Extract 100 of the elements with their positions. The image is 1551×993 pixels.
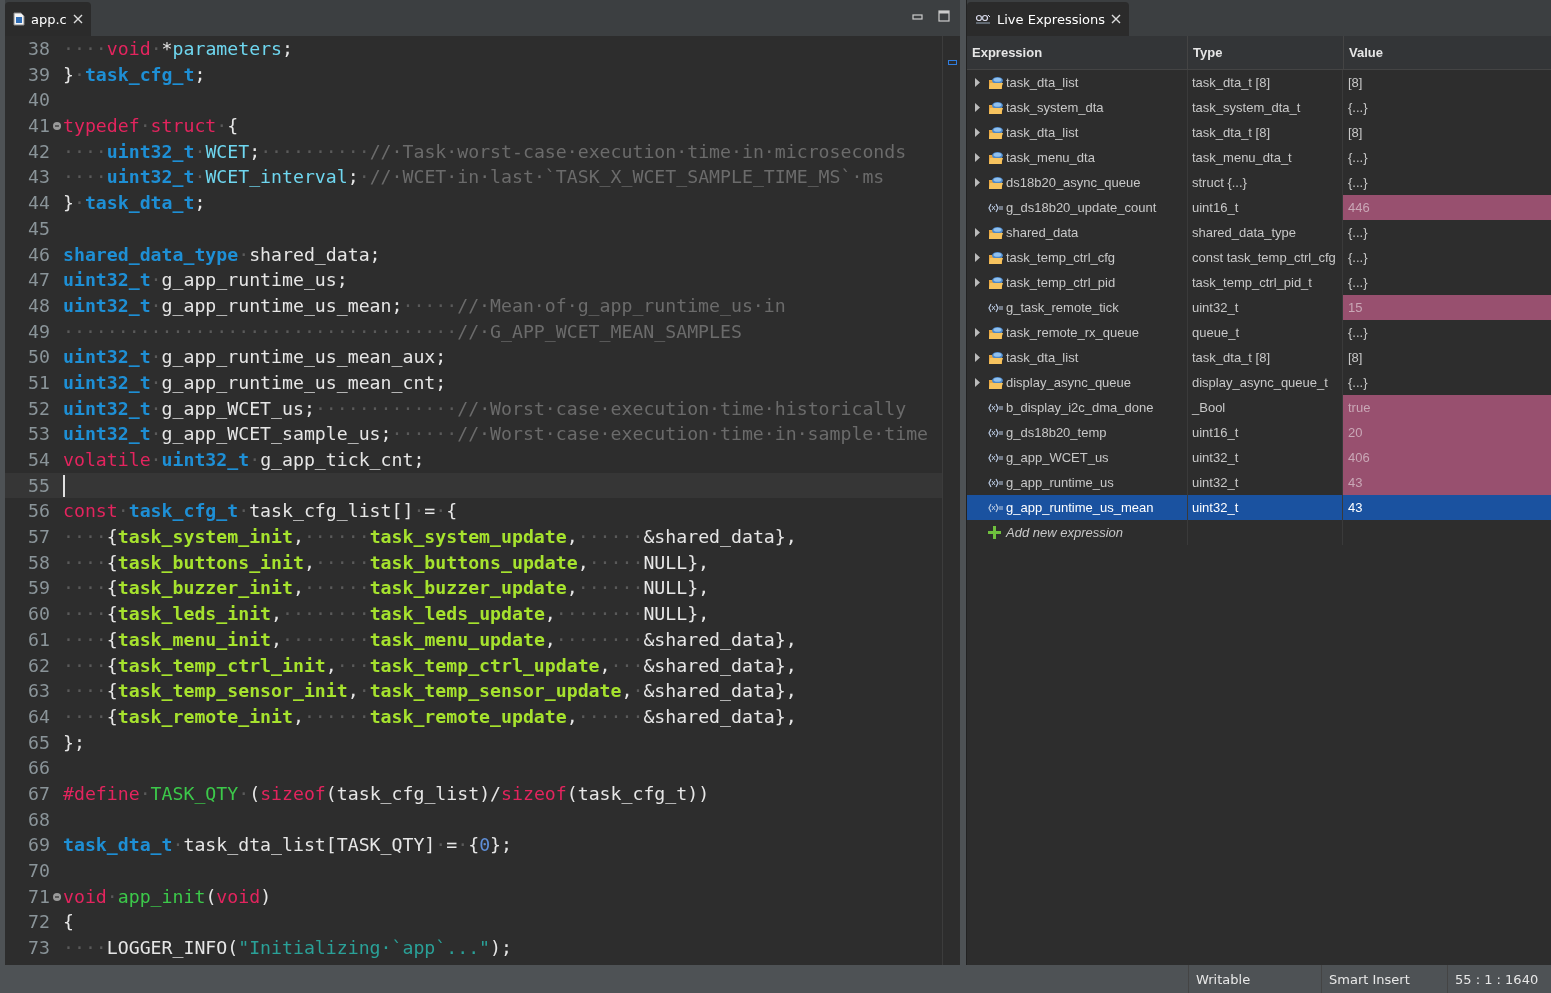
expression-name: task_menu_dta <box>1006 150 1095 165</box>
text-cursor <box>63 474 65 497</box>
value-cell: true <box>1343 395 1551 420</box>
line-number: 73 <box>27 936 50 961</box>
expression-name: g_app_WCET_us <box>1006 450 1109 465</box>
maximize-icon[interactable] <box>938 10 950 22</box>
expression-row[interactable]: shared_data shared_data_type {...} <box>967 220 1551 245</box>
expand-icon[interactable] <box>975 353 980 362</box>
variable-icon <box>988 201 1004 214</box>
expression-row[interactable]: ds18b20_async_queue struct {...} {...} <box>967 170 1551 195</box>
expression-row[interactable]: display_async_queue display_async_queue_t {...} <box>967 370 1551 395</box>
code-line: ····{task_remote_init,······task_remote_update,······&shared_data}, <box>63 704 797 729</box>
expand-icon[interactable] <box>975 253 980 262</box>
line-number: 41 <box>27 114 50 139</box>
live-expressions-tab[interactable]: Live Expressions <box>967 2 1130 36</box>
expression-row[interactable]: task_temp_ctrl_cfg const task_temp_ctrl_cfg {...} <box>967 245 1551 270</box>
variable-icon <box>988 401 1004 414</box>
line-number: 45 <box>27 216 50 241</box>
expression-row[interactable]: task_system_dta task_system_dta_t {...} <box>967 95 1551 120</box>
c-file-icon <box>13 12 25 26</box>
value-cell-text: {...} <box>1347 274 1369 292</box>
expression-row[interactable]: task_dta_list task_dta_t [8] [8] <box>967 120 1551 145</box>
expand-icon[interactable] <box>975 278 980 287</box>
expression-name: task_temp_ctrl_cfg <box>1006 250 1116 265</box>
line-number: 68 <box>27 807 50 832</box>
code-line: void·app_init(void) <box>63 884 272 909</box>
line-number: 56 <box>27 499 50 524</box>
type-cell: queue_t <box>1192 325 1239 340</box>
expression-row[interactable]: g_ds18b20_update_count uint16_t 446 <box>967 195 1551 220</box>
code-line: ····{task_leds_init,········task_leds_update,········NULL}, <box>63 602 710 627</box>
expression-row[interactable]: task_dta_list task_dta_t [8] [8] <box>967 345 1551 370</box>
close-icon[interactable] <box>72 14 83 24</box>
expand-icon[interactable] <box>975 328 980 337</box>
type-cell: uint32_t <box>1192 500 1239 515</box>
code-line: ····{task_menu_init,········task_menu_update,········&shared_data}, <box>63 627 797 652</box>
expression-row[interactable]: task_menu_dta task_menu_dta_t {...} <box>967 145 1551 170</box>
expand-icon[interactable] <box>975 103 980 112</box>
value-cell: 446 <box>1343 195 1551 220</box>
expand-icon[interactable] <box>975 378 980 387</box>
line-number: 46 <box>27 242 50 267</box>
expression-row[interactable]: task_dta_list task_dta_t [8] [8] <box>967 70 1551 95</box>
column-header[interactable]: Type <box>1188 36 1344 69</box>
column-header[interactable]: Expression <box>967 36 1188 69</box>
collapse-icon[interactable] <box>52 121 61 130</box>
line-number: 69 <box>27 833 50 858</box>
add-expression-link[interactable]: Add new expression <box>1006 525 1124 540</box>
expand-icon[interactable] <box>975 78 980 87</box>
ruler-mark[interactable] <box>948 60 957 65</box>
type-cell: task_temp_ctrl_pid_t <box>1192 275 1312 290</box>
column-header[interactable]: Value <box>1344 36 1551 69</box>
folder-icon <box>988 275 1004 290</box>
value-cell-text: {...} <box>1347 224 1369 242</box>
code-line: ····{task_buttons_init,·····task_buttons_update,·····NULL}, <box>63 550 710 575</box>
code-line: }·task_cfg_t; <box>63 62 206 87</box>
collapse-icon[interactable] <box>52 892 61 901</box>
folder-icon <box>988 375 1004 390</box>
value-cell-text: [8] <box>1347 124 1364 142</box>
expression-name: task_dta_list <box>1006 75 1079 90</box>
expression-row[interactable]: task_temp_ctrl_pid task_temp_ctrl_pid_t {...} <box>967 270 1551 295</box>
line-number: 64 <box>27 704 50 729</box>
line-number: 40 <box>27 88 50 113</box>
expand-icon[interactable] <box>975 153 980 162</box>
glasses-icon <box>975 13 991 25</box>
expression-name: ds18b20_async_queue <box>1006 175 1141 190</box>
minimize-icon[interactable] <box>912 12 924 22</box>
folder-icon <box>988 175 1004 190</box>
editor-tab[interactable]: app.c <box>5 2 91 36</box>
value-cell: 15 <box>1343 295 1551 320</box>
code-line: uint32_t·g_app_runtime_us_mean_cnt; <box>63 370 447 395</box>
line-number: 55 <box>27 473 50 498</box>
line-number: 71 <box>27 884 50 909</box>
line-number: 50 <box>27 345 50 370</box>
value-cell-text: {...} <box>1347 374 1369 392</box>
close-icon[interactable] <box>1111 14 1122 24</box>
expression-row[interactable]: g_app_WCET_us uint32_t 406 <box>967 445 1551 470</box>
variable-icon <box>988 426 1004 439</box>
type-cell: uint16_t <box>1192 425 1239 440</box>
expand-icon[interactable] <box>975 178 980 187</box>
line-number: 49 <box>27 319 50 344</box>
folder-icon <box>988 75 1004 90</box>
code-line: const·task_cfg_t·task_cfg_list[]·=·{ <box>63 499 458 524</box>
expression-row[interactable]: g_task_remote_tick uint32_t 15 <box>967 295 1551 320</box>
code-line: ····LOGGER_INFO("Initializing·`app`..."); <box>63 936 512 961</box>
type-cell: display_async_queue_t <box>1192 375 1328 390</box>
folder-icon <box>988 325 1004 340</box>
expand-icon[interactable] <box>975 228 980 237</box>
code-line: task_dta_t·task_dta_list[TASK_QTY]·=·{0}; <box>63 833 512 858</box>
line-number: 52 <box>27 396 50 421</box>
expand-icon[interactable] <box>975 128 980 137</box>
expression-name: task_temp_ctrl_pid <box>1006 275 1116 290</box>
expression-row[interactable]: g_app_runtime_us uint32_t 43 <box>967 470 1551 495</box>
expression-row[interactable]: g_ds18b20_temp uint16_t 20 <box>967 420 1551 445</box>
expression-row[interactable]: task_remote_rx_queue queue_t {...} <box>967 320 1551 345</box>
line-number: 43 <box>27 165 50 190</box>
expression-row[interactable]: b_display_i2c_dma_done _Bool true <box>967 395 1551 420</box>
type-cell: task_dta_t [8] <box>1192 350 1271 365</box>
folder-icon <box>988 150 1004 165</box>
line-number: 70 <box>27 859 50 883</box>
expression-name: task_dta_list <box>1006 350 1079 365</box>
folder-icon <box>988 125 1004 140</box>
